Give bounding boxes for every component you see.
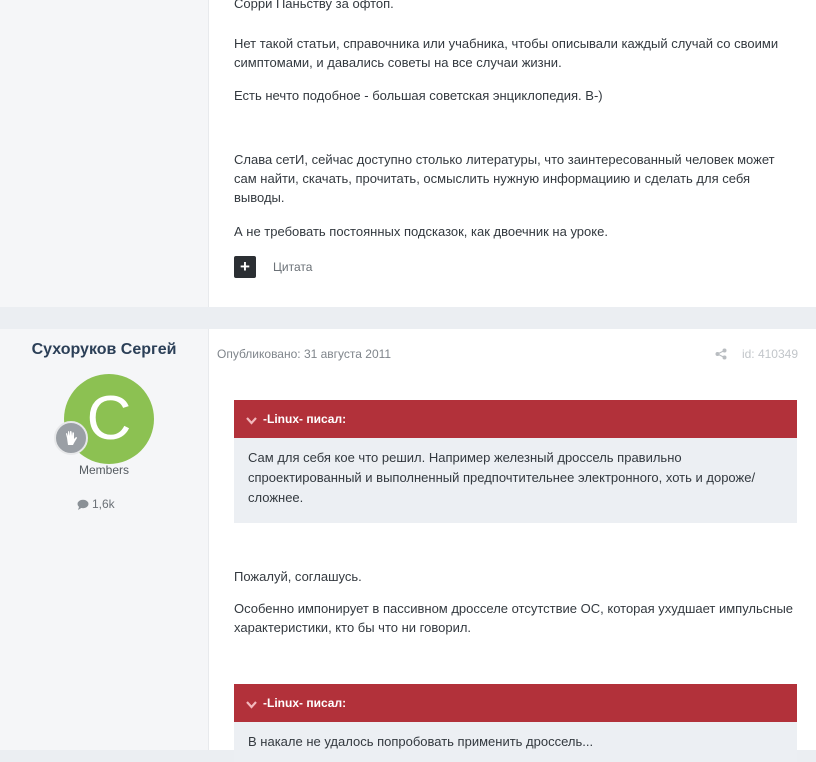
post-paragraph: Есть нечто подобное - большая советская … <box>234 88 603 103</box>
quote-body: Сам для себя кое что решил. Например жел… <box>234 438 797 523</box>
multiquote-button[interactable]: + <box>234 256 256 278</box>
quote-header[interactable]: -Linux- писал: <box>234 400 797 438</box>
post-2: Сухоруков Сергей C Members 1,6k Опублико… <box>0 329 816 762</box>
quote-body: В накале не удалось попробовать применит… <box>234 722 797 762</box>
author-name[interactable]: Сухоруков Сергей <box>0 341 208 359</box>
quote-button[interactable]: Цитата <box>273 260 312 274</box>
post-count-value: 1,6k <box>92 497 115 511</box>
quote-author: -Linux- писал: <box>263 412 347 426</box>
post-count: 1,6k <box>77 497 115 511</box>
post-id[interactable]: id: 410349 <box>742 347 798 361</box>
post-paragraph: Пожалуй, соглашусь. <box>234 569 362 584</box>
chevron-down-icon <box>246 686 257 724</box>
post-paragraph: Слава сетИ, сейчас доступно столько лите… <box>234 152 775 205</box>
author-panel <box>0 0 209 307</box>
hand-icon <box>66 431 77 445</box>
chevron-down-icon <box>246 402 257 440</box>
quote-header[interactable]: -Linux- писал: <box>234 684 797 722</box>
rank-badge <box>54 421 88 455</box>
published-date[interactable]: Опубликовано: 31 августа 2011 <box>217 347 391 361</box>
post-paragraph: А не требовать постоянных подсказок, как… <box>234 224 608 239</box>
author-panel: Сухоруков Сергей C Members 1,6k <box>0 329 209 750</box>
post-paragraph: Особенно импонирует в пассивном дросселе… <box>234 601 794 635</box>
member-group: Members <box>78 463 129 477</box>
post-tools: id: 410349 <box>715 347 798 361</box>
quote-author: -Linux- писал: <box>263 696 347 710</box>
comment-icon <box>77 499 89 510</box>
post-paragraph: Нет такой статьи, справочника или учабни… <box>234 36 779 70</box>
share-icon[interactable] <box>715 348 727 360</box>
post-paragraph: Сорри Паньству за офтоп. <box>234 0 394 11</box>
post-1: Сорри Паньству за офтоп. Нет такой стать… <box>0 0 816 307</box>
